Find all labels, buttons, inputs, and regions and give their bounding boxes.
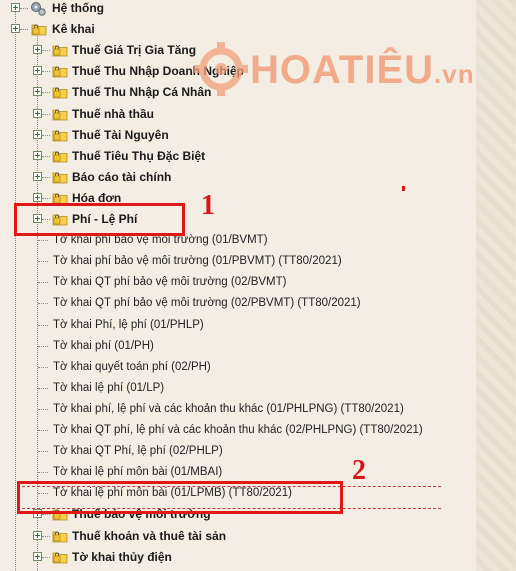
tree-connector (38, 451, 48, 453)
tree-folder-5-label: Thuế Tiêu Thụ Đặc Biệt (72, 148, 206, 163)
tree-connector (42, 197, 50, 199)
tree-leaf-4[interactable]: Tờ khai Phí, lệ phí (01/PHLP) (0, 315, 500, 335)
tree-folder-3[interactable]: Thuế nhà thầu (0, 104, 500, 124)
folder-lock-icon (52, 552, 68, 563)
tree-connector (42, 176, 50, 178)
watermark-text: HOATIÊU.vn (250, 48, 475, 93)
tree-connector (42, 556, 50, 558)
tree-leaf-9[interactable]: Tờ khai QT phí, lệ phí và các khoản thu … (0, 420, 500, 440)
tree-leaf-7[interactable]: Tờ khai lệ phí (01/LP) (0, 378, 500, 398)
folder-lock-icon (52, 130, 68, 141)
folder-lock-icon (52, 66, 68, 78)
tree-leaf-5-label: Tờ khai phí (01/PH) (53, 339, 154, 352)
tree-folder-5[interactable]: Thuế Tiêu Thụ Đặc Biệt (0, 146, 500, 166)
tree-leaf-3-label: Tờ khai QT phí bảo vệ môi trường (02/PBV… (53, 297, 361, 310)
folder-lock-icon (52, 531, 68, 542)
watermark-gear-icon (194, 42, 248, 96)
tree-connector (42, 71, 50, 73)
annotation-number-1: 1 (201, 190, 215, 221)
tree-leaf-2-label: Tờ khai QT phí bảo vệ môi trường (02/BVM… (53, 276, 287, 289)
tree-item-he-thong[interactable]: Hệ thống (0, 0, 500, 18)
watermark-suffix: .vn (434, 59, 475, 89)
expand-plus-icon[interactable] (11, 24, 20, 34)
tree-leaf-6-label: Tờ khai quyết toán phí (02/PH) (53, 360, 211, 373)
tree-folder-2-label: Thuế Thu Nhập Cá Nhân (72, 85, 212, 100)
folder-lock-icon (52, 109, 68, 120)
tree-connector (38, 261, 48, 263)
tree-item-ke-khai[interactable]: Kê khai (0, 19, 500, 39)
expand-plus-icon[interactable] (33, 171, 42, 181)
tree-folder-3-label: Thuế nhà thầu (72, 106, 154, 121)
folder-lock-icon (31, 24, 47, 36)
tree-connector (42, 50, 50, 52)
folder-lock-icon (52, 151, 68, 163)
tree-leaf-4-label: Tờ khai Phí, lệ phí (01/PHLP) (53, 318, 204, 331)
tree-item-he-thong-label: Hệ thống (52, 1, 104, 15)
tree-connector (42, 155, 50, 157)
expand-plus-icon[interactable] (33, 45, 42, 55)
watermark-main: HOATIÊU (250, 48, 435, 92)
tree-connector (38, 324, 48, 326)
tree-connector (20, 8, 28, 9)
folder-lock-icon (52, 45, 68, 57)
watermark-logo: HOATIÊU.vn (194, 42, 494, 102)
tree-connector (42, 92, 50, 94)
tree-leaf-7-label: Tờ khai lệ phí (01/LP) (53, 381, 165, 394)
expand-plus-icon[interactable] (33, 530, 42, 540)
tree-leaf-2[interactable]: Tờ khai QT phí bảo vệ môi trường (02/BVM… (0, 272, 500, 292)
tree-connector (42, 535, 50, 537)
tree-connector (38, 282, 48, 284)
tree-leaf-8-label: Tờ khai phí, lệ phí và các khoản thu khá… (53, 402, 404, 415)
tree-folder-6-label: Báo cáo tài chính (72, 169, 172, 184)
tree-leaf-3[interactable]: Tờ khai QT phí bảo vệ môi trường (02/PBV… (0, 293, 500, 313)
tree-connector (38, 366, 48, 368)
tree-folder-4-label: Thuế Tài Nguyên (72, 127, 169, 142)
expand-plus-icon[interactable] (11, 3, 20, 12)
tree-leaf-1[interactable]: Tờ khai phí bảo vệ môi trường (01/PBVMT)… (0, 251, 500, 271)
folder-lock-icon (52, 87, 68, 99)
expand-plus-icon[interactable] (33, 150, 42, 160)
tree-connector (42, 514, 50, 516)
highlight-box-phi-le-phi (14, 203, 185, 236)
tree-connector (38, 240, 48, 242)
tree-connector (42, 134, 50, 136)
tree-leaf-11[interactable]: Tờ khai lệ phí môn bài (01/MBAI) (0, 462, 500, 482)
tree-folder-bottom-1-label: Thuế khoản và thuê tài sản (72, 528, 227, 543)
tree-connector (38, 430, 48, 431)
tree-leaf-8[interactable]: Tờ khai phí, lệ phí và các khoản thu khá… (0, 399, 500, 419)
tree-leaf-5[interactable]: Tờ khai phí (01/PH) (0, 336, 500, 356)
tree-connector (38, 387, 48, 389)
tree-leaf-11-label: Tờ khai lệ phí môn bài (01/MBAI) (53, 466, 223, 479)
stray-mark (402, 186, 405, 191)
tree-leaf-10[interactable]: Tờ khai QT Phí, lệ phí (02/PHLP) (0, 441, 500, 461)
tree-folder-0-label: Thuế Giá Trị Gia Tăng (72, 43, 197, 58)
tree-connector (20, 29, 28, 31)
tree-folder-4[interactable]: Thuế Tài Nguyên (0, 125, 500, 145)
tree-connector (38, 303, 48, 305)
tree-item-ke-khai-label: Kê khai (52, 22, 95, 37)
tree-connector (42, 113, 50, 115)
expand-plus-icon[interactable] (33, 551, 42, 561)
folder-lock-icon (52, 172, 68, 184)
gear-icon (31, 2, 46, 16)
tree-connector (38, 408, 48, 410)
tree-folder-bottom-2[interactable]: Tờ khai thủy điện (0, 547, 500, 567)
expand-plus-icon[interactable] (33, 87, 42, 97)
tree-leaf-1-label: Tờ khai phí bảo vệ môi trường (01/PBVMT)… (53, 255, 342, 268)
highlight-box-lpmb (17, 481, 343, 514)
tree-folder-6[interactable]: Báo cáo tài chính (0, 167, 500, 187)
tree-leaf-9-label: Tờ khai QT phí, lệ phí và các khoản thu … (53, 424, 423, 436)
tree-folder-bottom-1[interactable]: Thuế khoản và thuê tài sản (0, 526, 500, 546)
tree-connector (38, 345, 48, 347)
tree-leaf-6[interactable]: Tờ khai quyết toán phí (02/PH) (0, 357, 500, 377)
expand-plus-icon[interactable] (33, 192, 42, 202)
tree-connector (38, 472, 48, 474)
tree-leaf-10-label: Tờ khai QT Phí, lệ phí (02/PHLP) (53, 445, 223, 458)
expand-plus-icon[interactable] (33, 108, 42, 118)
annotation-number-2: 2 (352, 455, 366, 486)
expand-plus-icon[interactable] (33, 129, 42, 139)
expand-plus-icon[interactable] (33, 66, 42, 76)
tree-folder-bottom-2-label: Tờ khai thủy điện (72, 549, 172, 564)
